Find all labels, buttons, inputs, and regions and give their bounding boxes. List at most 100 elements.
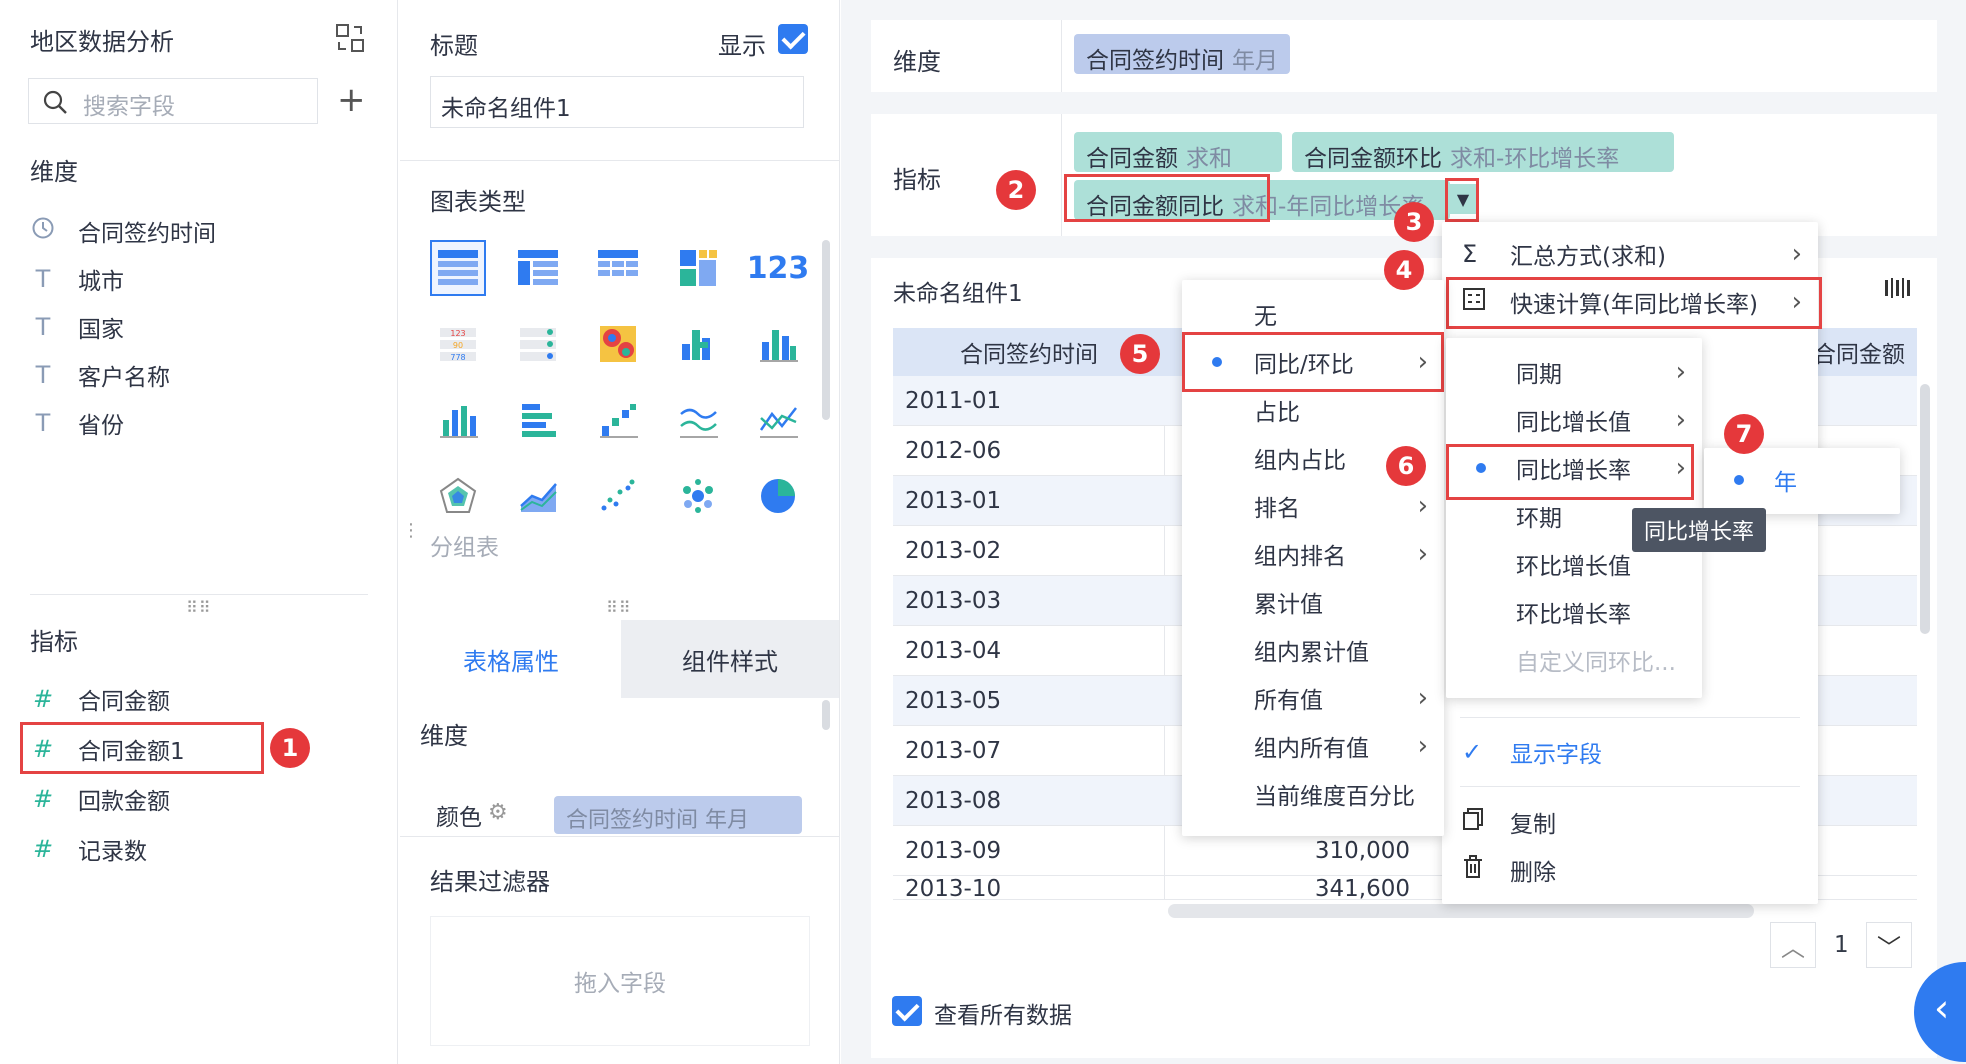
scatter-chart-icon[interactable]	[590, 468, 646, 524]
field-label: 国家	[78, 317, 124, 343]
title-field[interactable]: 未命名组件1	[430, 76, 804, 128]
stacked-bar-chart-icon[interactable]	[750, 316, 806, 372]
barcode-icon[interactable]	[1883, 276, 1913, 300]
calc-item-cumulative[interactable]: 累计值	[1182, 578, 1444, 626]
treemap-chart-icon[interactable]	[670, 240, 726, 296]
metrics-heading: 指标	[30, 628, 78, 656]
yoy-item-growth-value[interactable]: 同比增长值 ›	[1446, 396, 1702, 444]
chart-list-scrollbar[interactable]	[822, 240, 830, 420]
menu-item-show-field[interactable]: ✓ 显示字段	[1442, 728, 1818, 776]
field-label: 城市	[78, 269, 124, 295]
number-type-icon: #	[32, 835, 54, 863]
calc-item-group-all-values[interactable]: 组内所有值 ›	[1182, 722, 1444, 770]
detail-table-chart-icon[interactable]	[510, 240, 566, 296]
menu-divider	[1460, 717, 1800, 718]
menu-item-copy[interactable]: 复制	[1442, 798, 1818, 846]
calc-item-all-values[interactable]: 所有值 ›	[1182, 674, 1444, 722]
props-scrollbar[interactable]	[822, 700, 830, 730]
field-label: 记录数	[78, 839, 147, 865]
progress-chart-icon[interactable]	[510, 316, 566, 372]
yoy-item-mom-growth-rate[interactable]: 环比增长率	[1446, 588, 1702, 636]
calc-item-rank[interactable]: 排名 ›	[1182, 482, 1444, 530]
dimensions-heading: 维度	[30, 158, 78, 186]
field-item-dimension[interactable]: T 客户名称	[30, 355, 170, 395]
field-item-dimension[interactable]: T 国家	[30, 307, 124, 347]
menu-divider	[1460, 786, 1800, 787]
field-label: 客户名称	[78, 365, 170, 391]
field-item-metric[interactable]: # 记录数	[30, 829, 147, 869]
view-all-checkbox[interactable]	[892, 996, 922, 1026]
tab-table-properties[interactable]: 表格属性	[401, 620, 621, 698]
panel-resize-handle[interactable]: ⋮	[402, 520, 421, 541]
amount-cell: 310,000	[1314, 837, 1410, 864]
year-item[interactable]: 年	[1704, 456, 1900, 504]
search-input[interactable]: 搜索字段	[28, 78, 318, 124]
dimension-row-label: 维度	[893, 48, 941, 76]
widget-title: 未命名组件1	[893, 281, 1023, 307]
metric-pill[interactable]: 合同金额环比 求和-环比增长率	[1292, 132, 1674, 172]
prev-page-button[interactable]: ︿	[1770, 922, 1816, 968]
grouped-bar-chart-icon[interactable]	[670, 316, 726, 372]
horizontal-scrollbar[interactable]	[1168, 904, 1754, 918]
switch-dataset-icon[interactable]	[334, 22, 366, 54]
dataset-title: 地区数据分析	[30, 28, 174, 56]
calc-item-group-rank[interactable]: 组内排名 ›	[1182, 530, 1444, 578]
dimension-pill[interactable]: 合同签约时间 年月	[1074, 34, 1290, 74]
section-divider	[400, 836, 840, 837]
resize-handle[interactable]: ⠿⠿	[186, 598, 211, 617]
filter-drop-zone[interactable]: 拖入字段	[430, 916, 810, 1046]
line-chart-icon[interactable]	[670, 392, 726, 448]
dimension-prop-heading: 维度	[420, 722, 468, 750]
show-title-checkbox[interactable]	[778, 24, 808, 54]
section-resize-handle[interactable]: ⠿⠿	[606, 598, 631, 617]
pie-chart-icon[interactable]	[750, 468, 806, 524]
field-item-metric[interactable]: # 回款金额	[30, 779, 170, 819]
filter-heading: 结果过滤器	[430, 868, 550, 896]
horizontal-bar-chart-icon[interactable]	[510, 392, 566, 448]
number-kpi-chart-icon[interactable]: 123	[747, 240, 810, 296]
calc-item-proportion[interactable]: 占比	[1182, 386, 1444, 434]
kpi-card-chart-icon[interactable]: 123 90 778	[430, 316, 486, 372]
multi-line-chart-icon[interactable]	[750, 392, 806, 448]
yoy-item-same-period[interactable]: 同期 ›	[1446, 348, 1702, 396]
row-divider	[1061, 114, 1062, 236]
panel-divider	[30, 594, 368, 595]
section-divider	[400, 160, 840, 161]
calc-item-none[interactable]: 无	[1182, 290, 1444, 338]
bar-chart-icon[interactable]	[430, 392, 486, 448]
menu-item-delete[interactable]: 删除	[1442, 846, 1818, 894]
tooltip: 同比增长率	[1632, 508, 1767, 552]
highlight-box	[1446, 277, 1822, 329]
add-field-button[interactable]: +	[337, 83, 366, 117]
cross-table-chart-icon[interactable]	[590, 240, 646, 296]
highlight-box	[1445, 178, 1479, 222]
settings-gear-icon[interactable]: ⚙	[488, 800, 508, 825]
svg-text:123: 123	[450, 329, 465, 338]
bubble-chart-icon[interactable]	[670, 468, 726, 524]
calc-item-dimension-percent[interactable]: 当前维度百分比	[1182, 770, 1444, 818]
calc-item-group-cumulative[interactable]: 组内累计值	[1182, 626, 1444, 674]
tab-component-style[interactable]: 组件样式	[621, 620, 839, 698]
step-badge-7: 7	[1724, 414, 1764, 454]
field-item-dimension[interactable]: T 省份	[30, 403, 124, 443]
menu-item-aggregation[interactable]: Σ 汇总方式(求和) ›	[1442, 230, 1818, 278]
step-badge-2: 2	[996, 170, 1036, 210]
field-label: 回款金额	[78, 789, 170, 815]
row-divider	[1061, 20, 1062, 92]
vertical-scrollbar[interactable]	[1920, 384, 1930, 634]
field-label: 合同签约时间	[78, 221, 216, 247]
next-page-button[interactable]: ﹀	[1866, 922, 1912, 968]
metric-pill[interactable]: 合同金额 求和	[1074, 132, 1282, 172]
waterfall-chart-icon[interactable]	[590, 392, 646, 448]
field-item-dimension[interactable]: 合同签约时间	[30, 211, 216, 251]
highlight-box	[1064, 174, 1270, 222]
dimension-row: 维度	[871, 20, 1937, 92]
color-dimension-pill[interactable]: 合同签约时间 年月	[554, 796, 802, 834]
radar-chart-icon[interactable]	[430, 468, 486, 524]
step-badge-5: 5	[1120, 334, 1160, 374]
area-chart-icon[interactable]	[510, 468, 566, 524]
field-item-dimension[interactable]: T 城市	[30, 259, 124, 299]
grouped-table-chart-icon[interactable]	[430, 240, 486, 296]
field-item-metric[interactable]: # 合同金额	[30, 679, 170, 719]
heatmap-chart-icon[interactable]	[590, 316, 646, 372]
